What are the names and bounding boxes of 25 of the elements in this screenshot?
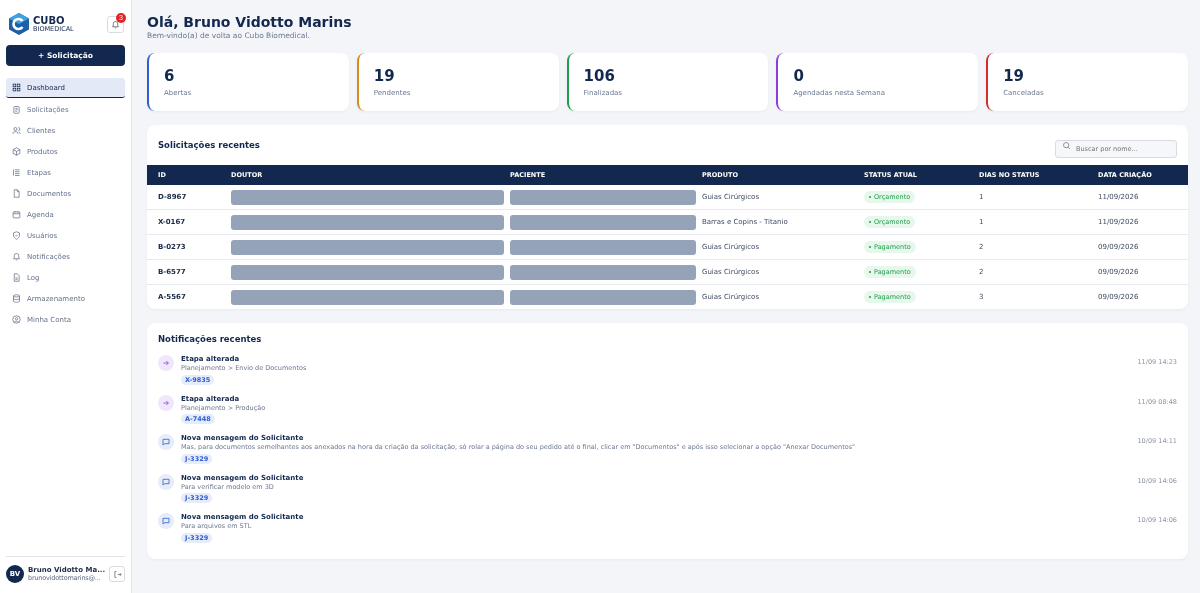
box-icon <box>12 147 21 156</box>
clipboard-icon <box>12 105 21 114</box>
stat-value: 19 <box>373 68 396 85</box>
logout-button[interactable] <box>109 566 125 582</box>
section-title: Solicitações recentes <box>158 140 260 150</box>
page-title: Olá, Bruno Vidotto Marins <box>147 14 353 30</box>
grid-icon <box>12 83 21 92</box>
calendar-icon <box>12 210 21 219</box>
doc-icon <box>12 189 21 198</box>
stat-value: 6 <box>164 68 176 85</box>
logout-icon <box>112 569 122 579</box>
shield-icon <box>12 231 21 240</box>
stat-value: 19 <box>1003 68 1026 85</box>
db-icon <box>12 294 21 303</box>
logo-name: CUBO <box>33 15 66 26</box>
file-icon <box>12 273 21 282</box>
stat-value: 106 <box>583 68 616 85</box>
user-icon <box>12 315 21 324</box>
bell-icon <box>12 252 21 261</box>
list-icon <box>12 168 21 177</box>
stat-value: 0 <box>793 68 805 85</box>
users-icon <box>12 126 21 135</box>
bell-icon <box>111 19 120 29</box>
cube-logo-icon <box>7 12 31 36</box>
section-title: Notificações recentes <box>158 334 263 344</box>
